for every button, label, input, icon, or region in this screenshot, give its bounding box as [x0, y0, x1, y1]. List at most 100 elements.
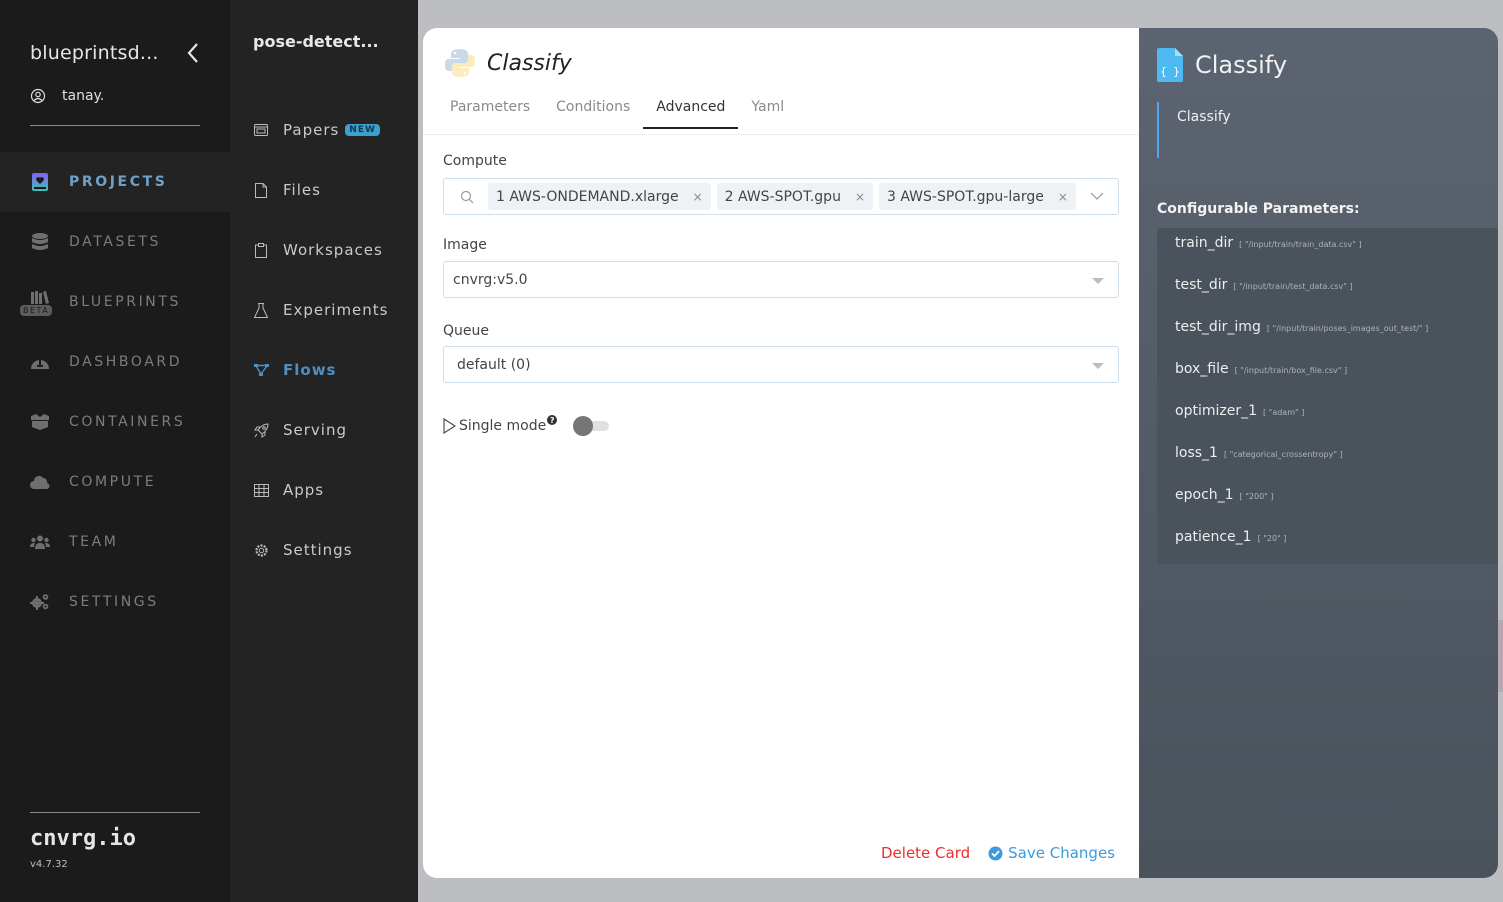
- gears-icon: [30, 592, 50, 612]
- param-name: patience_1: [1175, 529, 1252, 545]
- compute-tag-label: 3 AWS-SPOT.gpu-large: [887, 188, 1044, 205]
- image-value: cnvrg:v5.0: [453, 271, 528, 288]
- tab-yaml[interactable]: Yaml: [738, 94, 797, 129]
- team-users-icon: [30, 532, 50, 552]
- beta-badge: BETA: [20, 305, 53, 316]
- param-value: [ "/input/train/box_file.csv" ]: [1234, 366, 1348, 375]
- org-header: blueprintsd...: [30, 38, 210, 68]
- org-name[interactable]: blueprintsd...: [30, 42, 159, 64]
- compute-multiselect[interactable]: 1 AWS-ONDEMAND.xlarge × 2 AWS-SPOT.gpu ×…: [443, 178, 1119, 215]
- project-nav-files[interactable]: Files: [230, 160, 418, 220]
- search-icon: [460, 190, 474, 203]
- divider: [423, 134, 1139, 135]
- nav-label: PROJECTS: [69, 174, 168, 190]
- project-nav-workspaces[interactable]: Workspaces: [230, 220, 418, 280]
- project-sidebar: pose-detect... Papers NEW Files Workspac…: [230, 0, 418, 902]
- nav-label: Apps: [283, 481, 325, 499]
- toggle-thumb: [573, 416, 594, 436]
- image-select[interactable]: cnvrg:v5.0: [443, 261, 1119, 298]
- caret-down-icon: [1092, 278, 1104, 284]
- component-info-panel: { } Classify Classify Configurable Param…: [1139, 28, 1498, 878]
- card-header: Classify: [443, 46, 572, 80]
- single-mode-toggle[interactable]: [573, 416, 611, 436]
- card-actions: Delete Card Save Changes: [881, 844, 1115, 862]
- project-nav-settings[interactable]: Settings: [230, 520, 418, 580]
- tab-parameters[interactable]: Parameters: [437, 94, 543, 129]
- blueprints-books-icon: BETA: [20, 291, 53, 316]
- info-header: { } Classify: [1157, 48, 1287, 82]
- nav-label: SETTINGS: [69, 594, 159, 610]
- divider: [30, 812, 200, 813]
- info-description: Classify: [1157, 102, 1231, 158]
- params-list: train_dir [ "/input/train/train_data.csv"…: [1157, 228, 1498, 564]
- grid-icon: [253, 482, 269, 498]
- project-nav-serving[interactable]: Serving: [230, 400, 418, 460]
- nav-compute[interactable]: COMPUTE: [0, 452, 230, 512]
- project-title[interactable]: pose-detect...: [253, 32, 379, 51]
- single-mode-row: Single mode ?: [443, 415, 611, 436]
- user-row[interactable]: tanay.: [30, 88, 104, 104]
- json-file-icon: { }: [1157, 48, 1183, 82]
- divider: [30, 125, 200, 126]
- param-name: test_dir_img: [1175, 319, 1261, 335]
- project-nav-flows[interactable]: Flows: [230, 340, 418, 400]
- param-value: [ "categorical_crossentropy" ]: [1223, 450, 1343, 459]
- param-name: optimizer_1: [1175, 403, 1257, 419]
- background-node-edge: [1498, 620, 1503, 692]
- nav-label: CONTAINERS: [69, 414, 186, 430]
- nav-projects[interactable]: PROJECTS: [0, 152, 230, 212]
- nav-label: COMPUTE: [69, 474, 157, 490]
- help-question-icon[interactable]: ?: [547, 415, 558, 425]
- projects-book-icon: [30, 172, 50, 192]
- param-item: box_file [ "/input/train/box_file.csv" ]: [1157, 361, 1498, 403]
- param-item: test_dir [ "/input/train/test_data.csv" ]: [1157, 277, 1498, 319]
- brand-logo[interactable]: cnvrg.io: [30, 826, 136, 851]
- compute-tag: 3 AWS-SPOT.gpu-large ×: [879, 183, 1076, 210]
- nav-team[interactable]: TEAM: [0, 512, 230, 572]
- tab-advanced[interactable]: Advanced: [643, 94, 739, 129]
- user-circle-icon: [30, 88, 46, 104]
- param-value: [ "/input/train/test_data.csv" ]: [1233, 282, 1353, 291]
- queue-select[interactable]: default (0): [443, 346, 1119, 383]
- tab-conditions[interactable]: Conditions: [543, 94, 643, 129]
- chevron-down-icon[interactable]: [1090, 191, 1104, 201]
- param-item: train_dir [ "/input/train/train_data.csv"…: [1157, 235, 1498, 277]
- flow-card-editor: Classify Parameters Conditions Advanced …: [423, 28, 1139, 878]
- nav-datasets[interactable]: DATASETS: [0, 212, 230, 272]
- project-nav-experiments[interactable]: Experiments: [230, 280, 418, 340]
- project-nav: Papers NEW Files Workspaces Experiments …: [230, 100, 418, 580]
- container-box-icon: [30, 412, 50, 432]
- configurable-params-title: Configurable Parameters:: [1157, 201, 1360, 217]
- new-badge: NEW: [345, 124, 380, 136]
- compute-tag-label: 1 AWS-ONDEMAND.xlarge: [496, 188, 679, 205]
- project-nav-papers[interactable]: Papers NEW: [230, 100, 418, 160]
- gear-icon: [253, 542, 269, 558]
- queue-label: Queue: [443, 323, 489, 339]
- play-triangle-icon[interactable]: [443, 418, 456, 434]
- save-changes-button[interactable]: Save Changes: [988, 844, 1115, 862]
- cloud-icon: [30, 472, 50, 492]
- nav-blueprints[interactable]: BETA BLUEPRINTS: [0, 272, 230, 332]
- compute-label: Compute: [443, 153, 507, 169]
- collapse-sidebar-button[interactable]: [182, 38, 206, 68]
- nav-dashboard[interactable]: DASHBOARD: [0, 332, 230, 392]
- nav-label: DATASETS: [69, 234, 162, 250]
- user-name: tanay.: [62, 88, 105, 104]
- project-nav-apps[interactable]: Apps: [230, 460, 418, 520]
- papers-icon: [253, 122, 269, 138]
- remove-tag-icon[interactable]: ×: [693, 190, 703, 204]
- compute-tag-label: 2 AWS-SPOT.gpu: [724, 188, 841, 205]
- param-name: train_dir: [1175, 235, 1234, 251]
- remove-tag-icon[interactable]: ×: [1058, 190, 1068, 204]
- param-item: test_dir_img [ "/input/train/poses_images…: [1157, 319, 1498, 361]
- param-name: epoch_1: [1175, 487, 1234, 503]
- nav-label: TEAM: [69, 534, 119, 550]
- caret-down-icon: [1092, 363, 1104, 369]
- remove-tag-icon[interactable]: ×: [855, 190, 865, 204]
- nav-settings[interactable]: SETTINGS: [0, 572, 230, 632]
- compute-tag: 2 AWS-SPOT.gpu ×: [716, 183, 874, 210]
- clipboard-icon: [253, 242, 269, 258]
- delete-card-button[interactable]: Delete Card: [881, 844, 970, 862]
- param-value: [ "adam" ]: [1262, 408, 1305, 417]
- nav-containers[interactable]: CONTAINERS: [0, 392, 230, 452]
